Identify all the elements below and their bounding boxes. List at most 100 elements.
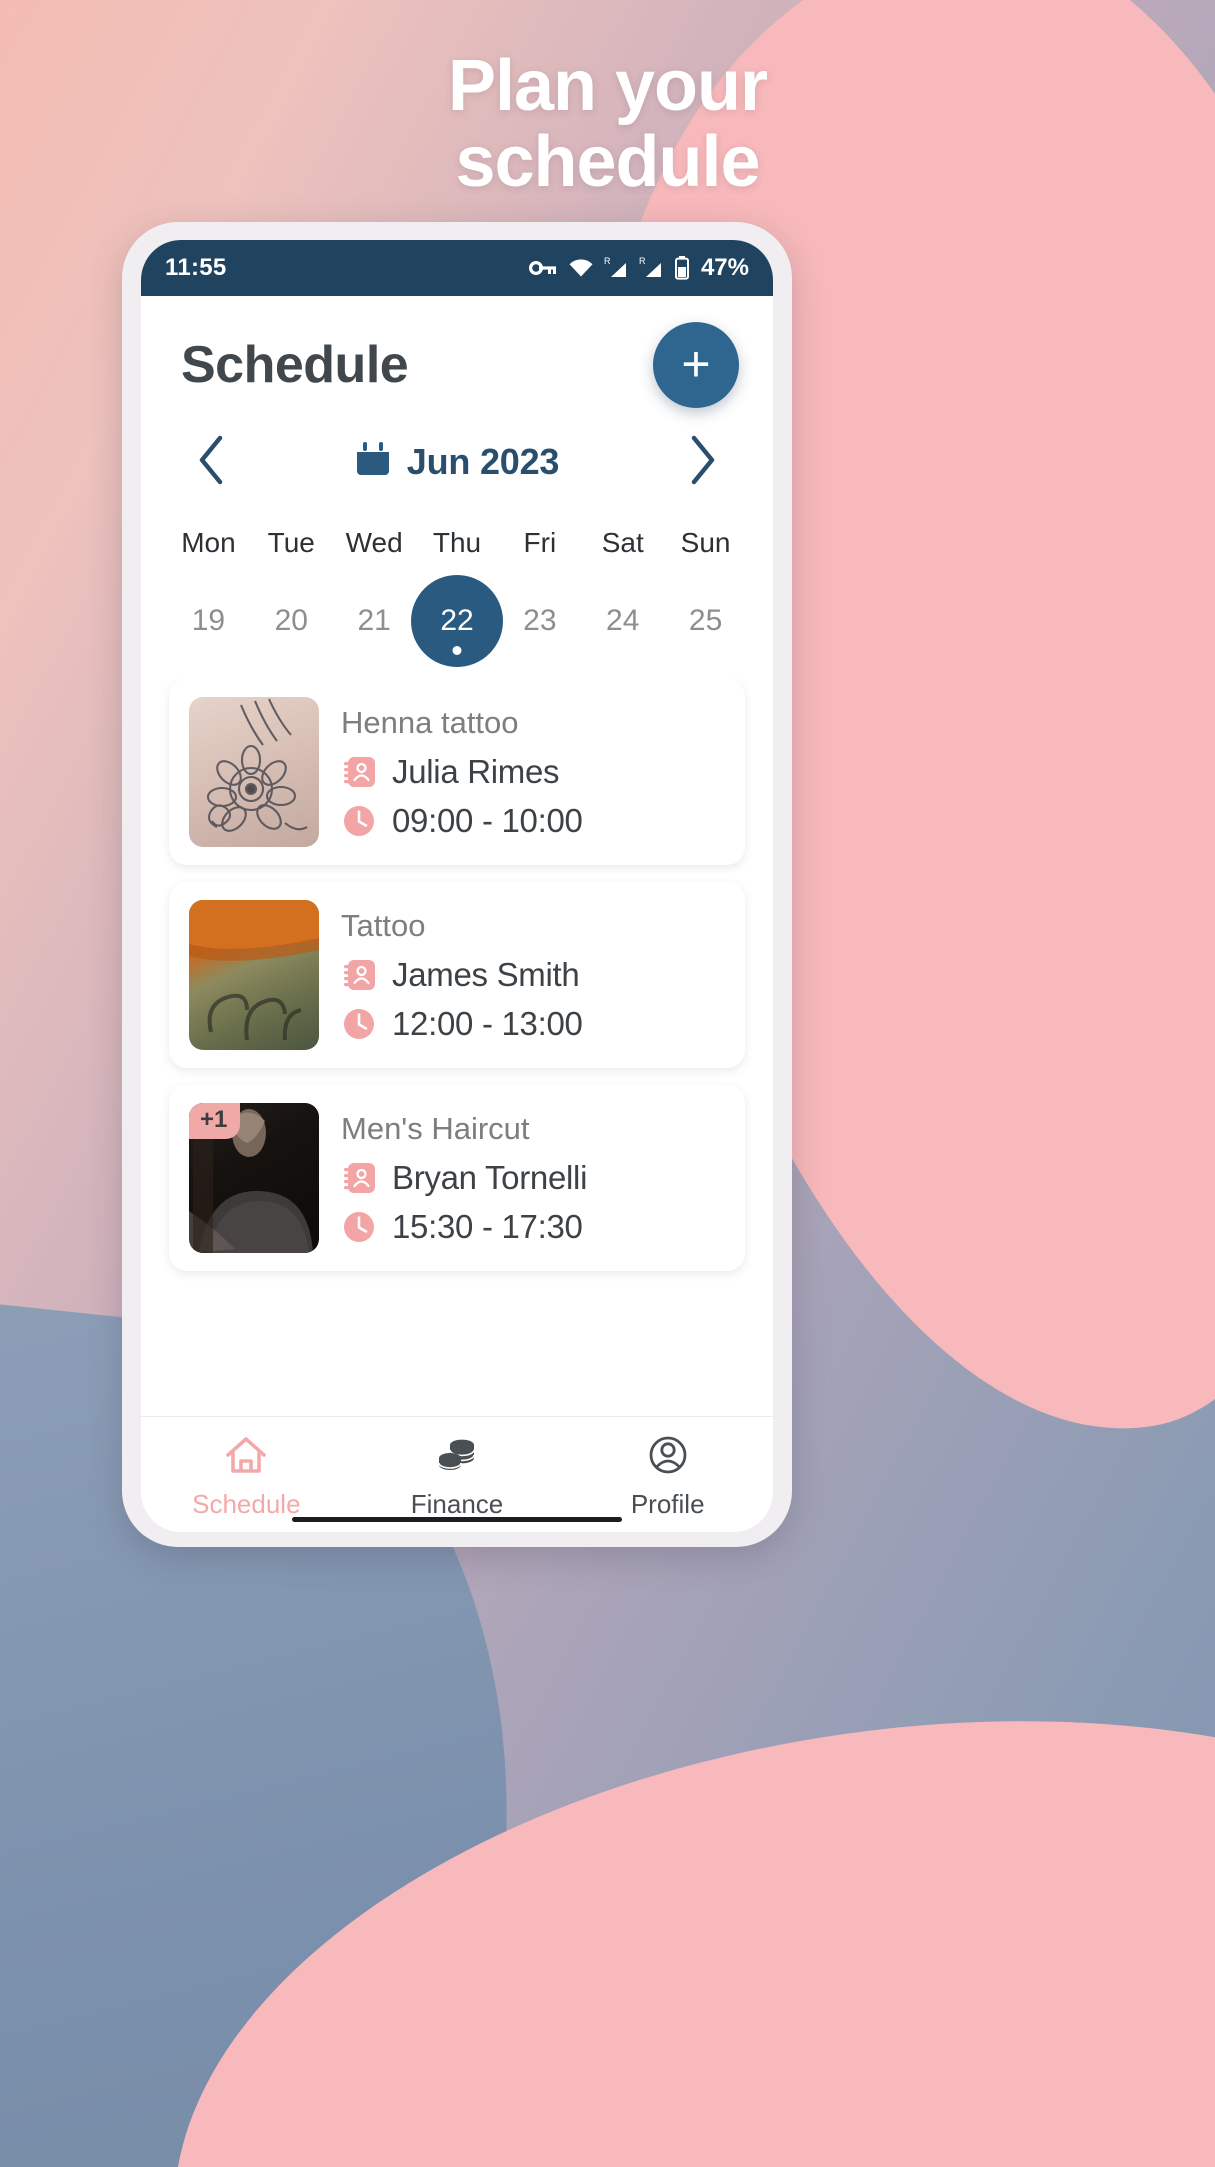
appointment-time: 15:30 - 17:30 <box>392 1207 583 1245</box>
day-strip: 19 20 21 22 23 24 25 <box>141 575 773 679</box>
day-number: 19 <box>191 604 226 637</box>
client-row: Julia Rimes <box>341 753 725 791</box>
status-bar-icons: R R 47% <box>528 254 749 282</box>
day-number: 24 <box>606 604 640 637</box>
weekday-label-sat: Sat <box>581 527 664 559</box>
appointment-details: Henna tattoo Julia Rimes 09:00 - 10:00 <box>341 705 725 840</box>
promo-headline: Plan your schedule <box>0 48 1215 201</box>
day-cell-24[interactable]: 24 <box>581 575 664 667</box>
clock-icon <box>341 1006 377 1042</box>
client-row: Bryan Tornelli <box>341 1159 725 1197</box>
service-name: Tattoo <box>341 907 426 943</box>
home-indicator <box>292 1517 622 1522</box>
bottom-nav-item-schedule[interactable]: Schedule <box>141 1433 352 1520</box>
promo-headline-line-2: schedule <box>455 122 760 203</box>
client-row: James Smith <box>341 956 725 994</box>
weekday-text: Mon <box>181 527 236 558</box>
contact-book-icon <box>341 957 377 993</box>
day-cell-21[interactable]: 21 <box>333 575 416 667</box>
appointment-card[interactable]: +1 Men's Haircut Bryan Tornelli 15:30 - 17:… <box>169 1085 745 1271</box>
time-row: 12:00 - 13:00 <box>341 1005 725 1043</box>
svg-text:R: R <box>639 256 646 266</box>
client-name: Bryan Tornelli <box>392 1158 588 1196</box>
client-name: Julia Rimes <box>392 752 560 790</box>
client-name: James Smith <box>392 955 580 993</box>
clock-icon <box>341 803 377 839</box>
day-number: 20 <box>274 604 308 637</box>
svg-text:R: R <box>604 256 611 266</box>
chevron-left-icon <box>195 432 229 491</box>
has-events-dot <box>452 646 462 655</box>
day-cell-22[interactable]: 22 <box>411 575 503 667</box>
day-number: 21 <box>357 604 391 637</box>
service-name: Henna tattoo <box>341 704 519 740</box>
weekday-text: Tue <box>267 527 315 558</box>
weekday-label-sun: Sun <box>664 527 747 559</box>
app-header: Schedule + <box>141 296 773 412</box>
coins-icon <box>434 1433 480 1482</box>
weekday-text: Sun <box>680 527 731 558</box>
weekday-text: Fri <box>523 527 557 558</box>
bottom-nav-item-finance[interactable]: Finance <box>352 1433 563 1520</box>
status-bar-clock: 11:55 <box>165 254 227 281</box>
day-number: 25 <box>688 604 723 637</box>
phone-mockup: 11:55 R R 47% Schedule + Jun 2023 Mon Tu… <box>122 222 792 1547</box>
contact-book-icon <box>341 1160 377 1196</box>
page-title: Schedule <box>181 336 409 394</box>
weekday-label-mon: Mon <box>167 527 250 559</box>
vpn-key-icon <box>528 256 558 280</box>
appointment-details: Tattoo James Smith 12:00 - 13:00 <box>341 908 725 1043</box>
service-name: Men's Haircut <box>341 1110 530 1146</box>
signal-roaming-icon: R <box>604 255 630 281</box>
appointment-thumbnail[interactable]: +1 <box>189 1103 319 1253</box>
chevron-right-icon <box>685 432 719 491</box>
weekday-label-tue: Tue <box>250 527 333 559</box>
clock-icon <box>341 1209 377 1245</box>
next-month-button[interactable] <box>675 426 729 497</box>
month-navigation: Jun 2023 <box>141 412 773 503</box>
weekday-label-fri: Fri <box>498 527 581 559</box>
appointment-card[interactable]: Tattoo James Smith 12:00 - 13:00 <box>169 882 745 1068</box>
appointment-details: Men's Haircut Bryan Tornelli 15:30 - 17:30 <box>341 1111 725 1246</box>
bottom-nav-label: Profile <box>630 1489 705 1519</box>
previous-month-button[interactable] <box>185 426 239 497</box>
day-cell-19[interactable]: 19 <box>167 575 250 667</box>
home-icon <box>223 1433 269 1482</box>
bottom-nav-item-profile[interactable]: Profile <box>562 1433 773 1520</box>
wifi-icon <box>567 256 595 280</box>
status-bar: 11:55 R R 47% <box>141 240 773 296</box>
phone-screen: 11:55 R R 47% Schedule + Jun 2023 Mon Tu… <box>141 240 773 1532</box>
battery-percent: 47% <box>700 254 749 281</box>
user-circle-icon <box>645 1433 691 1482</box>
bottom-nav-label: Finance <box>410 1489 504 1519</box>
weekday-text: Wed <box>345 527 403 558</box>
contact-book-icon <box>341 754 377 790</box>
weekday-text: Sat <box>601 527 644 558</box>
weekday-text: Thu <box>432 527 482 558</box>
appointment-thumbnail[interactable] <box>189 697 319 847</box>
appointment-thumbnail[interactable] <box>189 900 319 1050</box>
day-number: 22 <box>440 604 474 637</box>
day-cell-20[interactable]: 20 <box>250 575 333 667</box>
weekday-label-thu: Thu <box>416 527 499 559</box>
weekday-label-wed: Wed <box>333 527 416 559</box>
day-cell-25[interactable]: 25 <box>664 575 747 667</box>
signal-roaming-icon: R <box>639 255 665 281</box>
appointment-card[interactable]: Henna tattoo Julia Rimes 09:00 - 10:00 <box>169 679 745 865</box>
appointment-time: 09:00 - 10:00 <box>392 801 583 839</box>
bottom-nav-label: Schedule <box>192 1489 301 1519</box>
bottom-navigation: Schedule Finance Profile <box>141 1416 773 1532</box>
extra-photos-badge: +1 <box>189 1103 241 1139</box>
appointment-list: Henna tattoo Julia Rimes 09:00 - 10:00 Tatt… <box>141 679 773 1416</box>
appointment-time: 12:00 - 13:00 <box>392 1004 583 1042</box>
day-number: 23 <box>523 604 557 637</box>
month-label-group[interactable]: Jun 2023 <box>355 440 560 483</box>
promo-headline-line-1: Plan your <box>447 46 768 126</box>
day-cell-23[interactable]: 23 <box>498 575 581 667</box>
time-row: 09:00 - 10:00 <box>341 802 725 840</box>
month-label: Jun 2023 <box>406 440 560 482</box>
battery-icon <box>674 255 690 281</box>
calendar-icon <box>355 440 391 483</box>
add-appointment-button[interactable]: + <box>653 322 739 408</box>
weekday-header: Mon Tue Wed Thu Fri Sat Sun <box>141 527 773 559</box>
